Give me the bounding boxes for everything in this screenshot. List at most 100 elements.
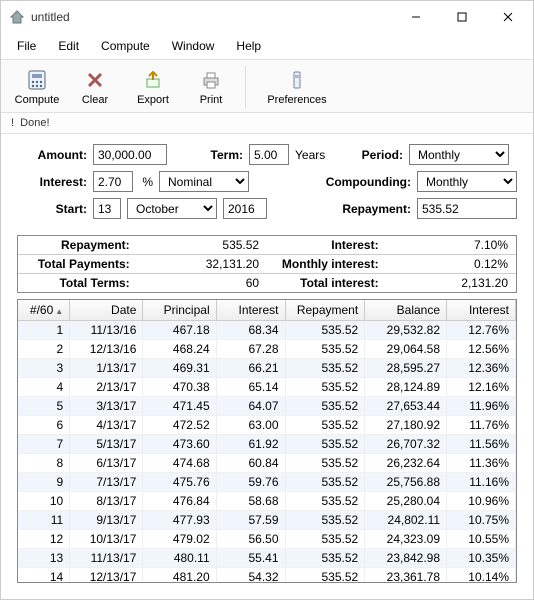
repayment-input[interactable] xyxy=(417,198,517,219)
cell: 535.52 xyxy=(285,321,365,340)
cell: 6 xyxy=(18,416,70,435)
cell: 10.14% xyxy=(447,568,516,583)
period-select[interactable]: Monthly xyxy=(409,144,509,165)
cell: 481.20 xyxy=(143,568,216,583)
cell: 4/13/17 xyxy=(70,416,143,435)
col-date[interactable]: Date xyxy=(70,300,143,321)
cell: 11.16% xyxy=(447,473,516,492)
table-row[interactable]: 111/13/16467.1868.34535.5229,532.8212.76… xyxy=(18,321,516,340)
interest-input[interactable] xyxy=(93,171,133,192)
cell: 472.52 xyxy=(143,416,216,435)
grid-scroll[interactable]: #/60▲ Date Principal Interest Repayment … xyxy=(18,300,516,582)
start-day-input[interactable] xyxy=(93,198,121,219)
cell: 5 xyxy=(18,397,70,416)
toolbar: Compute Clear Export Print Preferences xyxy=(1,59,533,113)
calculator-icon xyxy=(23,68,51,92)
app-icon xyxy=(9,9,25,25)
menu-window[interactable]: Window xyxy=(162,35,225,57)
cell: 11/13/16 xyxy=(70,321,143,340)
cell: 535.52 xyxy=(285,359,365,378)
start-year-input[interactable] xyxy=(223,198,267,219)
table-row[interactable]: 53/13/17471.4564.07535.5227,653.4411.96% xyxy=(18,397,516,416)
header-row: #/60▲ Date Principal Interest Repayment … xyxy=(18,300,516,321)
cell: 535.52 xyxy=(285,397,365,416)
print-button[interactable]: Print xyxy=(183,66,239,108)
cell: 26,232.64 xyxy=(365,454,447,473)
cell: 11.36% xyxy=(447,454,516,473)
summary-panel: Repayment: 535.52 Interest: 7.10% Total … xyxy=(17,235,517,293)
compounding-select[interactable]: Monthly xyxy=(417,171,517,192)
clear-button[interactable]: Clear xyxy=(67,66,123,108)
minimize-button[interactable] xyxy=(393,2,439,32)
maximize-button[interactable] xyxy=(439,2,485,32)
status-bar: ! Done! xyxy=(1,113,533,134)
table-row[interactable]: 212/13/16468.2467.28535.5229,064.5812.56… xyxy=(18,340,516,359)
toolbar-label: Compute xyxy=(15,94,60,106)
toolbar-label: Export xyxy=(137,94,169,106)
cell: 57.59 xyxy=(216,511,285,530)
cell: 23,361.78 xyxy=(365,568,447,583)
table-row[interactable]: 1311/13/17480.1155.41535.5223,842.9810.3… xyxy=(18,549,516,568)
cell: 55.41 xyxy=(216,549,285,568)
table-row[interactable]: 75/13/17473.6061.92535.5226,707.3211.56% xyxy=(18,435,516,454)
cell: 5/13/17 xyxy=(70,435,143,454)
table-row[interactable]: 64/13/17472.5263.00535.5227,180.9211.76% xyxy=(18,416,516,435)
table-row[interactable]: 1412/13/17481.2054.32535.5223,361.7810.1… xyxy=(18,568,516,583)
cell: 3/13/17 xyxy=(70,397,143,416)
table-row[interactable]: 97/13/17475.7659.76535.5225,756.8811.16% xyxy=(18,473,516,492)
cell: 24,802.11 xyxy=(365,511,447,530)
cell: 27,180.92 xyxy=(365,416,447,435)
cell: 535.52 xyxy=(285,492,365,511)
amount-input[interactable] xyxy=(93,144,167,165)
col-balance[interactable]: Balance xyxy=(365,300,447,321)
menu-compute[interactable]: Compute xyxy=(91,35,160,57)
cell: 3 xyxy=(18,359,70,378)
app-window: untitled File Edit Compute Window Help C… xyxy=(0,0,534,600)
cell: 477.93 xyxy=(143,511,216,530)
start-month-select[interactable]: October xyxy=(127,198,217,219)
col-interest[interactable]: Interest xyxy=(216,300,285,321)
repayment-label: Repayment: xyxy=(311,202,411,216)
col-interest-pct[interactable]: Interest xyxy=(447,300,516,321)
col-index[interactable]: #/60▲ xyxy=(18,300,70,321)
table-row[interactable]: 31/13/17469.3166.21535.5228,595.2712.36% xyxy=(18,359,516,378)
menu-file[interactable]: File xyxy=(7,35,46,57)
amount-label: Amount: xyxy=(17,148,87,162)
preferences-button[interactable]: Preferences xyxy=(261,66,333,108)
cell: 25,280.04 xyxy=(365,492,447,511)
cell: 479.02 xyxy=(143,530,216,549)
menu-edit[interactable]: Edit xyxy=(48,35,89,57)
cell: 474.68 xyxy=(143,454,216,473)
term-input[interactable] xyxy=(249,144,289,165)
table-row[interactable]: 108/13/17476.8458.68535.5225,280.0410.96… xyxy=(18,492,516,511)
cell: 467.18 xyxy=(143,321,216,340)
cell: 4 xyxy=(18,378,70,397)
menu-help[interactable]: Help xyxy=(226,35,271,57)
cell: 65.14 xyxy=(216,378,285,397)
cell: 9 xyxy=(18,473,70,492)
summary-terms-value: 60 xyxy=(138,274,267,293)
table-row[interactable]: 86/13/17474.6860.84535.5226,232.6411.36% xyxy=(18,454,516,473)
compute-button[interactable]: Compute xyxy=(9,66,65,108)
summary-monthly-value: 0.12% xyxy=(387,255,516,274)
export-button[interactable]: Export xyxy=(125,66,181,108)
table-row[interactable]: 42/13/17470.3865.14535.5228,124.8912.16% xyxy=(18,378,516,397)
cell: 10.35% xyxy=(447,549,516,568)
table-row[interactable]: 119/13/17477.9357.59535.5224,802.1110.75… xyxy=(18,511,516,530)
nominal-select[interactable]: Nominal xyxy=(159,171,249,192)
summary-totalint-label: Total interest: xyxy=(267,274,386,293)
col-repayment[interactable]: Repayment xyxy=(285,300,365,321)
close-button[interactable] xyxy=(485,2,531,32)
cell: 24,323.09 xyxy=(365,530,447,549)
toolbar-label: Clear xyxy=(82,94,108,106)
menubar: File Edit Compute Window Help xyxy=(1,33,533,59)
cell: 468.24 xyxy=(143,340,216,359)
cell: 535.52 xyxy=(285,568,365,583)
cell: 54.32 xyxy=(216,568,285,583)
cell: 470.38 xyxy=(143,378,216,397)
cell: 1/13/17 xyxy=(70,359,143,378)
table-row[interactable]: 1210/13/17479.0256.50535.5224,323.0910.5… xyxy=(18,530,516,549)
cell: 535.52 xyxy=(285,340,365,359)
cell: 6/13/17 xyxy=(70,454,143,473)
col-principal[interactable]: Principal xyxy=(143,300,216,321)
